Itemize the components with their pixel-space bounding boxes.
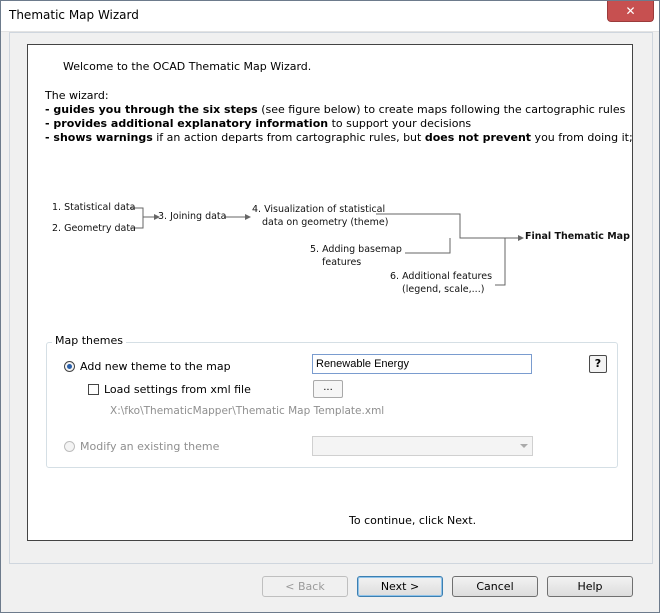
step-6-label-1: 6. Additional features — [390, 271, 493, 282]
step-4-label-2: data on geometry (theme) — [262, 217, 389, 228]
final-map-label: Final Thematic Map — [525, 231, 630, 242]
point-3-bold-2: does not prevent — [424, 131, 532, 144]
wizard-point-1: - guides you through the six steps (see … — [45, 103, 633, 117]
load-settings-checkbox[interactable] — [88, 384, 99, 395]
step-1-label: 1. Statistical data — [52, 202, 136, 213]
title-bar: Thematic Map Wizard ✕ — [1, 1, 659, 32]
chevron-down-icon — [520, 444, 528, 448]
existing-theme-dropdown[interactable] — [312, 436, 533, 456]
step-4-label-1: 4. Visualization of statistical — [252, 204, 386, 215]
browse-button[interactable]: ... — [313, 380, 343, 398]
help-question-button[interactable]: ? — [589, 355, 607, 373]
wizard-description: The wizard: - guides you through the six… — [45, 89, 633, 145]
point-1-bold: guides you through the six steps — [53, 103, 258, 116]
load-settings-label[interactable]: Load settings from xml file — [104, 383, 251, 396]
wizard-point-2: - provides additional explanatory inform… — [45, 117, 633, 131]
arrowhead-vis — [245, 214, 251, 220]
help-button[interactable]: Help — [547, 576, 633, 597]
workflow-diagram: 1. Statistical data 2. Geometry data 3. … — [40, 190, 630, 305]
add-new-theme-radio[interactable] — [64, 361, 75, 372]
theme-name-input[interactable] — [312, 354, 532, 374]
arrow-additional — [495, 238, 506, 286]
continue-text: To continue, click Next. — [349, 514, 477, 527]
point-3-text: if an action departs from cartographic r… — [152, 131, 425, 144]
add-new-theme-label[interactable]: Add new theme to the map — [80, 360, 231, 373]
step-6-label-2: (legend, scale,...) — [402, 284, 485, 295]
welcome-text: Welcome to the OCAD Thematic Map Wizard. — [63, 60, 312, 73]
point-2-bold: provides additional explanatory informat… — [53, 117, 329, 130]
arrow-basemap — [405, 238, 451, 254]
map-themes-title: Map themes — [52, 334, 126, 347]
point-3-text-end: you from doing it; — [531, 131, 633, 144]
window-title: Thematic Map Wizard — [9, 8, 139, 22]
step-5-label-2: features — [322, 257, 362, 268]
modify-theme-radio[interactable] — [64, 441, 75, 452]
wizard-point-3: - shows warnings if an action departs fr… — [45, 131, 633, 145]
modify-theme-label[interactable]: Modify an existing theme — [80, 440, 219, 453]
cancel-button[interactable]: Cancel — [452, 576, 538, 597]
xml-path-text: X:\fko\ThematicMapper\Thematic Map Templ… — [110, 405, 385, 417]
next-button[interactable]: Next > — [357, 576, 443, 597]
step-3-label: 3. Joining data — [158, 211, 227, 222]
back-button[interactable]: < Back — [262, 576, 348, 597]
point-2-text: to support your decisions — [328, 117, 472, 130]
wizard-heading: The wizard: — [45, 89, 109, 102]
point-1-text: (see figure below) to create maps follow… — [257, 103, 626, 116]
close-icon: ✕ — [625, 4, 636, 18]
point-3-bold: shows warnings — [53, 131, 153, 144]
step-2-label: 2. Geometry data — [52, 223, 136, 234]
arrow-vis-to-final — [376, 213, 520, 239]
arrowhead-final — [518, 235, 524, 241]
close-button[interactable]: ✕ — [607, 1, 654, 22]
step-5-label-1: 5. Adding basemap — [310, 244, 402, 255]
